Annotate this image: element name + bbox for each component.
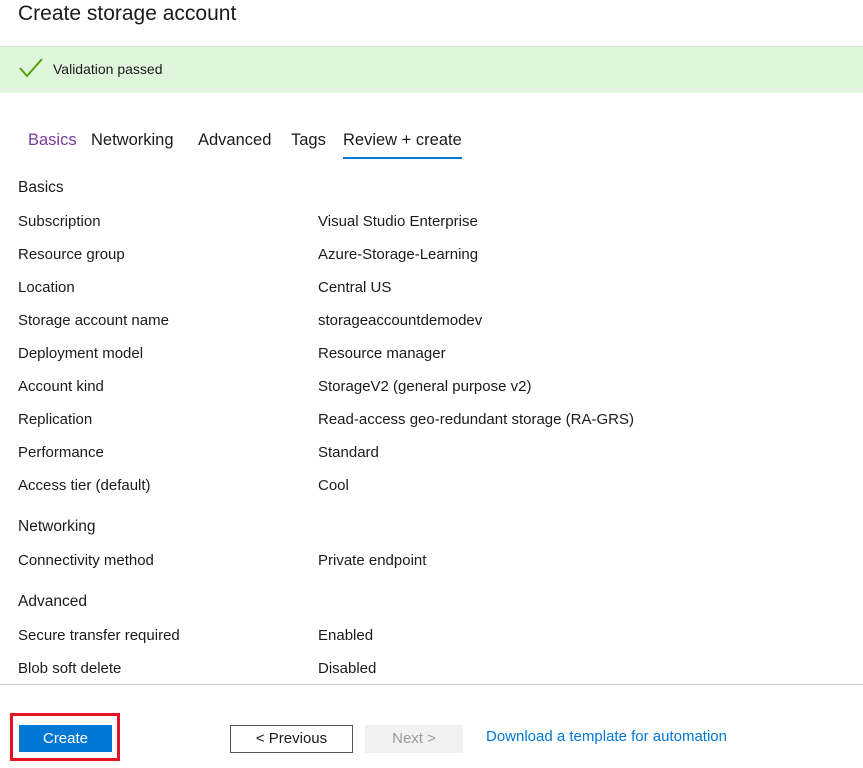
section-heading-advanced: Advanced xyxy=(18,593,87,610)
validation-message: Validation passed xyxy=(53,61,163,77)
tab-bar: Basics Networking Advanced Tags Review +… xyxy=(0,128,863,162)
review-row-label: Secure transfer required xyxy=(18,627,180,644)
review-row-value: Private endpoint xyxy=(318,552,427,569)
review-row-value: Visual Studio Enterprise xyxy=(318,213,478,230)
review-row-value: Central US xyxy=(318,279,392,296)
section-heading-basics: Basics xyxy=(18,179,64,196)
tab-review-create[interactable]: Review + create xyxy=(343,131,462,150)
review-row-label: Connectivity method xyxy=(18,552,154,569)
review-row-value: StorageV2 (general purpose v2) xyxy=(318,378,532,395)
page-title: Create storage account xyxy=(18,2,237,25)
tab-basics[interactable]: Basics xyxy=(28,131,77,150)
review-row-label: Storage account name xyxy=(18,312,169,329)
review-row-value: Standard xyxy=(318,444,379,461)
review-row-label: Resource group xyxy=(18,246,125,263)
review-row-value: Resource manager xyxy=(318,345,446,362)
review-row-value: Disabled xyxy=(318,660,377,677)
review-row-value: Enabled xyxy=(318,627,374,644)
checkmark-icon xyxy=(19,58,43,78)
review-row-label: Performance xyxy=(18,444,104,461)
review-row-value: Azure-Storage-Learning xyxy=(318,246,479,263)
validation-banner: Validation passed xyxy=(0,47,863,93)
review-row-label: Account kind xyxy=(18,378,104,395)
review-row-label: Deployment model xyxy=(18,345,144,362)
review-row-value: Cool xyxy=(318,477,349,494)
review-row-label: Access tier (default) xyxy=(18,477,151,494)
active-tab-indicator xyxy=(343,157,462,159)
create-storage-account-page: Create storage account Validation passed… xyxy=(0,0,863,768)
next-button[interactable]: Next > xyxy=(365,725,463,753)
section-heading-networking: Networking xyxy=(18,518,96,535)
review-row-label: Subscription xyxy=(18,213,101,230)
tab-advanced[interactable]: Advanced xyxy=(198,131,271,150)
review-row-label: Replication xyxy=(18,411,93,428)
previous-button[interactable]: < Previous xyxy=(230,725,353,753)
create-button[interactable]: Create xyxy=(19,725,112,752)
review-row-value: Read-access geo-redundant storage (RA-GR… xyxy=(318,411,634,428)
review-row-label: Location xyxy=(18,279,75,296)
footer-divider xyxy=(0,684,863,685)
tab-tags[interactable]: Tags xyxy=(291,131,326,150)
review-row-value: storageaccountdemodev xyxy=(318,312,483,329)
tab-networking[interactable]: Networking xyxy=(91,131,174,150)
download-template-link[interactable]: Download a template for automation xyxy=(486,728,727,745)
review-row-label: Blob soft delete xyxy=(18,660,122,677)
